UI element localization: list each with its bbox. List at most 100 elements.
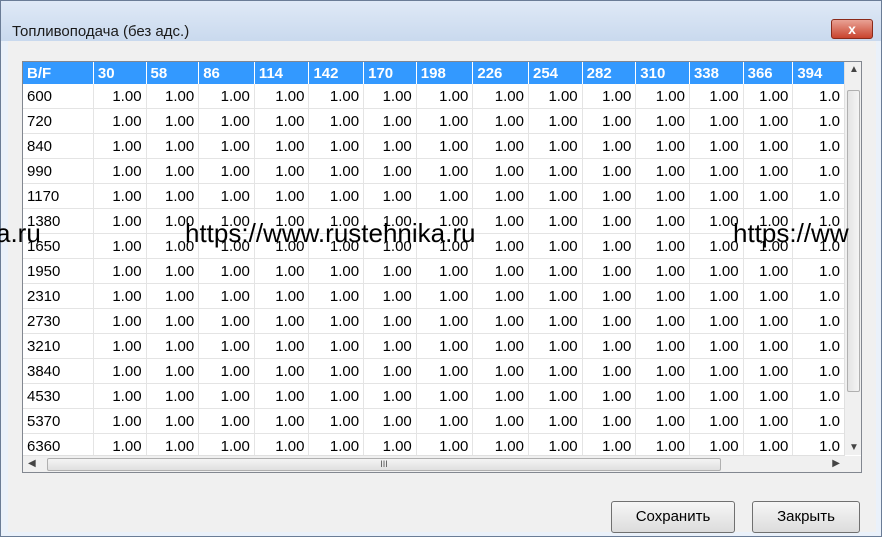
table-cell[interactable]: 1.00 [308, 158, 365, 184]
table-cell[interactable]: 1.00 [308, 358, 365, 384]
table-cell[interactable]: 1.00 [416, 408, 474, 434]
table-cell[interactable]: 1.00 [689, 108, 744, 134]
row-header-cell[interactable]: 6360 [23, 433, 94, 455]
table-cell[interactable]: 1.00 [308, 408, 365, 434]
table-cell[interactable]: 1.00 [363, 84, 417, 109]
row-header-cell[interactable]: 600 [23, 84, 94, 109]
row-header-cell[interactable]: 3210 [23, 333, 94, 359]
close-button[interactable]: Закрыть [752, 501, 860, 533]
table-cell[interactable]: 1.00 [308, 183, 365, 209]
table-cell[interactable]: 1.00 [472, 433, 529, 455]
table-cell[interactable]: 1.00 [93, 433, 147, 455]
table-cell[interactable]: 1.00 [93, 258, 147, 284]
table-cell[interactable]: 1.00 [308, 258, 365, 284]
row-header-cell[interactable]: 2310 [23, 283, 94, 309]
table-cell[interactable]: 1.00 [254, 433, 310, 455]
table-cell[interactable]: 1.00 [582, 383, 637, 409]
table-cell[interactable]: 1.00 [146, 133, 200, 159]
table-cell[interactable]: 1.00 [93, 133, 147, 159]
column-header[interactable]: 58 [146, 62, 200, 84]
table-cell[interactable]: 1.00 [146, 333, 200, 359]
table-cell[interactable]: 1.0 [792, 233, 845, 259]
table-cell[interactable]: 1.00 [472, 308, 529, 334]
table-cell[interactable]: 1.00 [416, 233, 474, 259]
table-cell[interactable]: 1.00 [198, 108, 255, 134]
table-cell[interactable]: 1.00 [254, 233, 310, 259]
save-button[interactable]: Сохранить [611, 501, 735, 533]
table-cell[interactable]: 1.00 [528, 233, 583, 259]
table-cell[interactable]: 1.00 [743, 333, 794, 359]
table-cell[interactable]: 1.00 [363, 283, 417, 309]
table-cell[interactable]: 1.00 [198, 133, 255, 159]
table-cell[interactable]: 1.00 [416, 84, 474, 109]
table-cell[interactable]: 1.00 [743, 308, 794, 334]
column-header[interactable]: 310 [635, 62, 690, 84]
table-cell[interactable]: 1.00 [635, 158, 690, 184]
table-cell[interactable]: 1.00 [528, 208, 583, 234]
table-cell[interactable]: 1.00 [743, 158, 794, 184]
table-cell[interactable]: 1.0 [792, 333, 845, 359]
table-cell[interactable]: 1.00 [93, 183, 147, 209]
table-cell[interactable]: 1.00 [308, 208, 365, 234]
table-cell[interactable]: 1.00 [254, 408, 310, 434]
table-cell[interactable]: 1.00 [416, 108, 474, 134]
table-cell[interactable]: 1.00 [743, 283, 794, 309]
table-cell[interactable]: 1.00 [743, 133, 794, 159]
table-cell[interactable]: 1.00 [254, 208, 310, 234]
table-cell[interactable]: 1.0 [792, 433, 845, 455]
table-cell[interactable]: 1.00 [254, 183, 310, 209]
table-cell[interactable]: 1.0 [792, 408, 845, 434]
table-cell[interactable]: 1.00 [254, 133, 310, 159]
table-cell[interactable]: 1.00 [416, 333, 474, 359]
table-cell[interactable]: 1.00 [93, 283, 147, 309]
column-header[interactable]: 338 [689, 62, 744, 84]
table-cell[interactable]: 1.00 [582, 308, 637, 334]
column-header[interactable]: 198 [416, 62, 474, 84]
table-cell[interactable]: 1.00 [146, 233, 200, 259]
column-header[interactable]: 114 [254, 62, 310, 84]
scroll-up-icon[interactable]: ▲ [849, 64, 859, 75]
table-cell[interactable]: 1.00 [146, 108, 200, 134]
row-header-cell[interactable]: 5370 [23, 408, 94, 434]
table-cell[interactable]: 1.00 [635, 408, 690, 434]
table-cell[interactable]: 1.00 [743, 258, 794, 284]
table-cell[interactable]: 1.00 [363, 333, 417, 359]
table-cell[interactable]: 1.00 [146, 283, 200, 309]
column-header[interactable]: 142 [308, 62, 365, 84]
column-header[interactable]: 170 [363, 62, 417, 84]
table-cell[interactable]: 1.00 [635, 183, 690, 209]
row-header-cell[interactable]: 1380 [23, 208, 94, 234]
table-cell[interactable]: 1.00 [308, 108, 365, 134]
table-cell[interactable]: 1.00 [93, 208, 147, 234]
table-cell[interactable]: 1.00 [635, 283, 690, 309]
table-cell[interactable]: 1.00 [146, 158, 200, 184]
table-cell[interactable]: 1.00 [472, 108, 529, 134]
table-cell[interactable]: 1.00 [528, 133, 583, 159]
table-cell[interactable]: 1.00 [582, 408, 637, 434]
table-cell[interactable]: 1.00 [308, 84, 365, 109]
table-cell[interactable]: 1.00 [416, 208, 474, 234]
table-cell[interactable]: 1.00 [363, 383, 417, 409]
table-cell[interactable]: 1.00 [198, 233, 255, 259]
row-header-cell[interactable]: 990 [23, 158, 94, 184]
table-cell[interactable]: 1.00 [472, 283, 529, 309]
table-cell[interactable]: 1.00 [254, 158, 310, 184]
table-cell[interactable]: 1.00 [93, 308, 147, 334]
table-cell[interactable]: 1.0 [792, 358, 845, 384]
table-cell[interactable]: 1.00 [198, 283, 255, 309]
table-cell[interactable]: 1.00 [743, 383, 794, 409]
table-cell[interactable]: 1.00 [146, 84, 200, 109]
table-cell[interactable]: 1.00 [198, 383, 255, 409]
table-cell[interactable]: 1.00 [689, 358, 744, 384]
table-cell[interactable]: 1.00 [146, 208, 200, 234]
table-cell[interactable]: 1.00 [472, 258, 529, 284]
table-cell[interactable]: 1.00 [363, 183, 417, 209]
table-cell[interactable]: 1.00 [416, 158, 474, 184]
table-cell[interactable]: 1.00 [363, 108, 417, 134]
table-cell[interactable]: 1.00 [689, 183, 744, 209]
table-cell[interactable]: 1.00 [472, 358, 529, 384]
table-cell[interactable]: 1.00 [363, 233, 417, 259]
table-cell[interactable]: 1.00 [146, 183, 200, 209]
column-header[interactable]: 394 [792, 62, 845, 84]
table-cell[interactable]: 1.00 [689, 408, 744, 434]
